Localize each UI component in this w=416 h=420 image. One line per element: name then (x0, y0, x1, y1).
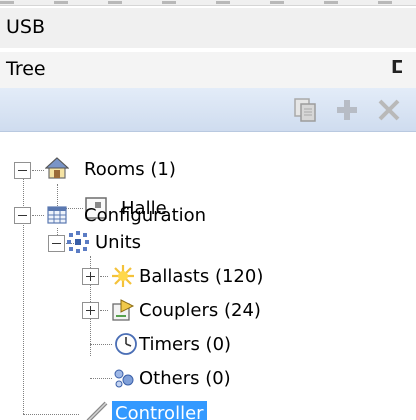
usb-label: USB (6, 16, 46, 38)
network-icon (66, 230, 90, 254)
table-icon (45, 203, 69, 227)
rooms-expander[interactable] (14, 162, 31, 179)
tree-item-ballasts[interactable]: Ballasts (120) (136, 264, 266, 290)
ballasts-expander[interactable] (82, 268, 99, 285)
units-expander[interactable] (48, 235, 65, 252)
panel-title: Tree (6, 58, 46, 80)
tree-view[interactable]: Rooms (1) Halle Configuration Units Ball… (0, 140, 416, 420)
copy-icon (294, 98, 316, 122)
tree-item-controller[interactable]: Controller (112, 401, 207, 420)
delete-button[interactable] (375, 96, 403, 124)
tree-item-timers[interactable]: Timers (0) (136, 332, 234, 358)
tree-line (32, 170, 44, 171)
house-icon (45, 156, 69, 180)
usb-header[interactable]: USB (0, 8, 416, 48)
couplers-expander[interactable] (82, 302, 99, 319)
tree-toolbar (0, 88, 416, 132)
tree-line (32, 215, 44, 216)
others-icon (111, 366, 135, 390)
clock-icon (114, 332, 138, 356)
sun-icon (111, 264, 135, 288)
tree-line (23, 414, 79, 415)
delete-icon (378, 99, 400, 121)
tree-item-others[interactable]: Others (0) (136, 366, 234, 392)
tree-item-couplers[interactable]: Couplers (24) (136, 298, 264, 324)
tree-line (90, 378, 112, 379)
tree-line (90, 344, 112, 345)
tree-item-rooms[interactable]: Rooms (1) (81, 157, 179, 183)
add-icon (337, 100, 357, 120)
copy-button[interactable] (291, 96, 319, 124)
tree-line (100, 276, 108, 277)
tree-panel-header: Tree ⵎ (0, 52, 416, 88)
tree-line (100, 310, 108, 311)
pin-icon[interactable]: ⵎ (391, 57, 403, 78)
title-strip (0, 0, 416, 6)
coupler-icon (111, 298, 135, 322)
controller-icon (85, 400, 109, 420)
tree-item-configuration[interactable]: Configuration (81, 203, 209, 229)
configuration-expander[interactable] (14, 207, 31, 224)
add-button[interactable] (333, 96, 361, 124)
tree-item-units[interactable]: Units (92, 230, 144, 256)
